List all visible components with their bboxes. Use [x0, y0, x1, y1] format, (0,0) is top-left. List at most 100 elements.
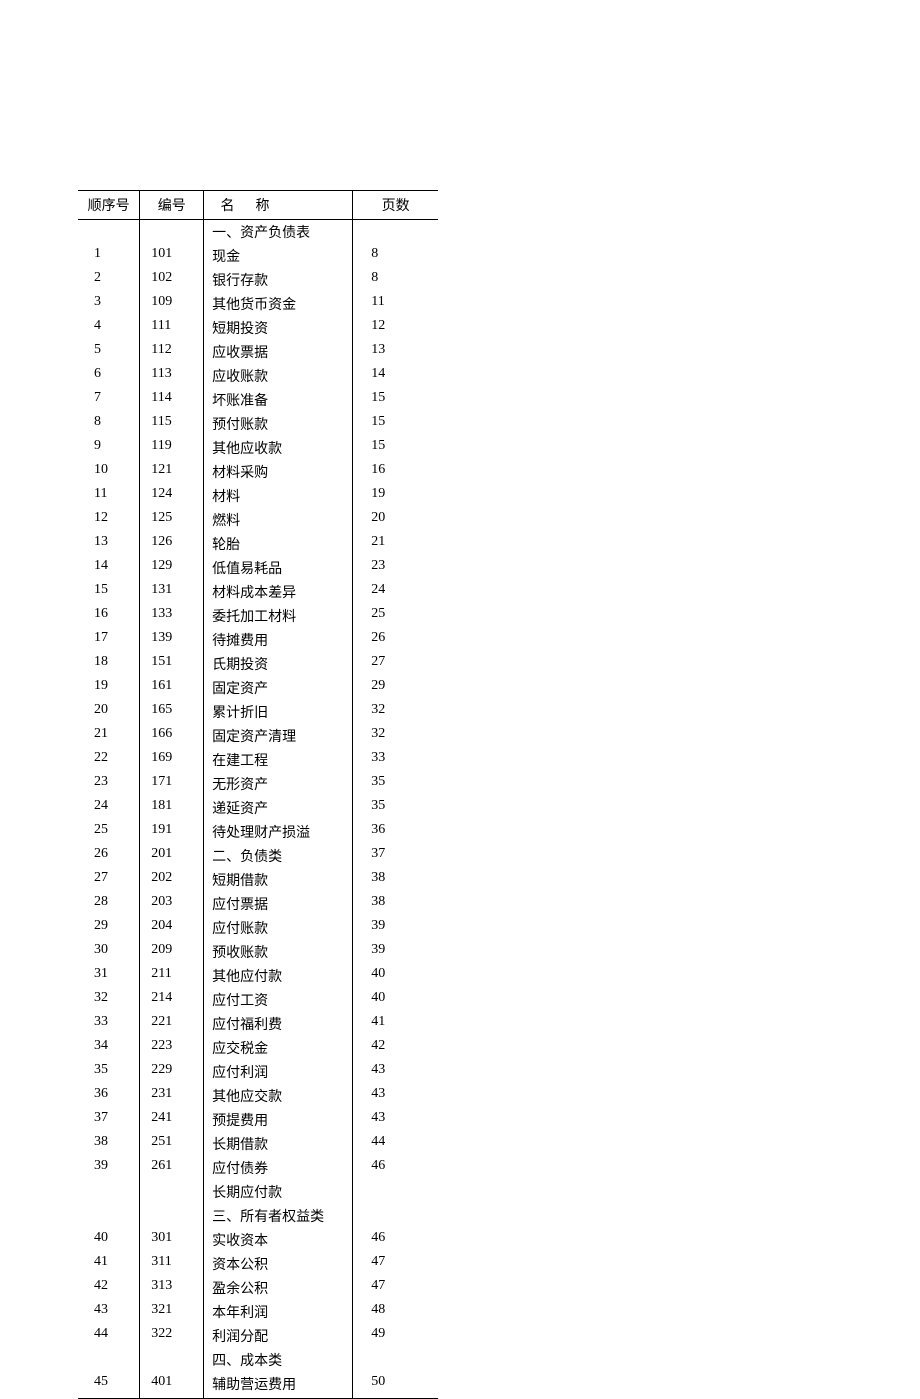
cell-page: 40	[353, 988, 438, 1012]
cell-page	[353, 1204, 438, 1228]
cell-seq: 12	[78, 508, 140, 532]
cell-name: 预收账款	[204, 940, 353, 964]
cell-page: 8	[353, 244, 438, 268]
cell-code: 101	[140, 244, 204, 268]
cell-name: 长期借款	[204, 1132, 353, 1156]
cell-code: 311	[140, 1252, 204, 1276]
cell-page: 32	[353, 700, 438, 724]
cell-page: 24	[353, 580, 438, 604]
cell-seq: 43	[78, 1300, 140, 1324]
table-row: 27202短期借款38	[78, 868, 438, 892]
cell-seq: 27	[78, 868, 140, 892]
cell-code: 133	[140, 604, 204, 628]
header-name: 名称	[204, 191, 353, 220]
cell-code: 169	[140, 748, 204, 772]
cell-seq: 10	[78, 460, 140, 484]
cell-page: 36	[353, 820, 438, 844]
cell-seq: 16	[78, 604, 140, 628]
cell-page: 15	[353, 388, 438, 412]
cell-seq: 21	[78, 724, 140, 748]
table-row: 24181递延资产35	[78, 796, 438, 820]
cell-seq	[78, 1348, 140, 1372]
cell-name: 应收票据	[204, 340, 353, 364]
cell-page: 19	[353, 484, 438, 508]
cell-name: 在建工程	[204, 748, 353, 772]
cell-name: 四、成本类	[204, 1348, 353, 1372]
cell-code: 166	[140, 724, 204, 748]
table-row: 33221应付福利费41	[78, 1012, 438, 1036]
cell-name: 固定资产	[204, 676, 353, 700]
table-row: 长期应付款	[78, 1180, 438, 1204]
cell-name: 燃料	[204, 508, 353, 532]
cell-page: 44	[353, 1132, 438, 1156]
cell-name: 材料成本差异	[204, 580, 353, 604]
cell-name: 短期投资	[204, 316, 353, 340]
cell-code: 121	[140, 460, 204, 484]
cell-seq: 39	[78, 1156, 140, 1180]
cell-seq: 24	[78, 796, 140, 820]
cell-seq: 33	[78, 1012, 140, 1036]
cell-page: 15	[353, 412, 438, 436]
cell-seq: 29	[78, 916, 140, 940]
cell-name: 应付工资	[204, 988, 353, 1012]
cell-code: 111	[140, 316, 204, 340]
cell-page: 23	[353, 556, 438, 580]
cell-seq: 30	[78, 940, 140, 964]
table-row: 21166固定资产清理32	[78, 724, 438, 748]
cell-page: 25	[353, 604, 438, 628]
header-code: 编号	[140, 191, 204, 220]
cell-name: 累计折旧	[204, 700, 353, 724]
cell-code: 115	[140, 412, 204, 436]
cell-name: 坏账准备	[204, 388, 353, 412]
cell-code: 251	[140, 1132, 204, 1156]
cell-seq	[78, 1180, 140, 1204]
table-row: 30209预收账款39	[78, 940, 438, 964]
cell-code: 113	[140, 364, 204, 388]
cell-name: 银行存款	[204, 268, 353, 292]
cell-name: 应付福利费	[204, 1012, 353, 1036]
cell-seq: 31	[78, 964, 140, 988]
table-row: 38251长期借款44	[78, 1132, 438, 1156]
cell-name: 应付债券	[204, 1156, 353, 1180]
table-row: 42313盈余公积47	[78, 1276, 438, 1300]
cell-page: 12	[353, 316, 438, 340]
table-row: 29204应付账款39	[78, 916, 438, 940]
cell-page: 43	[353, 1084, 438, 1108]
header-page: 页数	[353, 191, 438, 220]
cell-seq	[78, 1204, 140, 1228]
table-row: 25191待处理财产损溢36	[78, 820, 438, 844]
cell-page: 47	[353, 1276, 438, 1300]
table-row: 三、所有者权益类	[78, 1204, 438, 1228]
cell-seq: 32	[78, 988, 140, 1012]
cell-page: 35	[353, 772, 438, 796]
cell-name: 固定资产清理	[204, 724, 353, 748]
cell-code: 126	[140, 532, 204, 556]
cell-code: 165	[140, 700, 204, 724]
cell-code: 102	[140, 268, 204, 292]
cell-code: 171	[140, 772, 204, 796]
table-row: 17139待摊费用26	[78, 628, 438, 652]
cell-name: 预提费用	[204, 1108, 353, 1132]
cell-seq: 17	[78, 628, 140, 652]
cell-page: 40	[353, 964, 438, 988]
cell-name: 递延资产	[204, 796, 353, 820]
cell-seq: 26	[78, 844, 140, 868]
table-row: 32214应付工资40	[78, 988, 438, 1012]
table-row: 23171无形资产35	[78, 772, 438, 796]
cell-name: 应收账款	[204, 364, 353, 388]
cell-seq: 11	[78, 484, 140, 508]
cell-name: 材料采购	[204, 460, 353, 484]
cell-page: 32	[353, 724, 438, 748]
table-row: 9119其他应收款15	[78, 436, 438, 460]
cell-code: 313	[140, 1276, 204, 1300]
cell-page: 42	[353, 1036, 438, 1060]
cell-code: 321	[140, 1300, 204, 1324]
cell-name: 其他应收款	[204, 436, 353, 460]
cell-code: 211	[140, 964, 204, 988]
cell-page: 29	[353, 676, 438, 700]
table-row: 26201二、负债类37	[78, 844, 438, 868]
cell-code: 322	[140, 1324, 204, 1348]
cell-seq: 41	[78, 1252, 140, 1276]
cell-name: 预付账款	[204, 412, 353, 436]
cell-name: 待摊费用	[204, 628, 353, 652]
